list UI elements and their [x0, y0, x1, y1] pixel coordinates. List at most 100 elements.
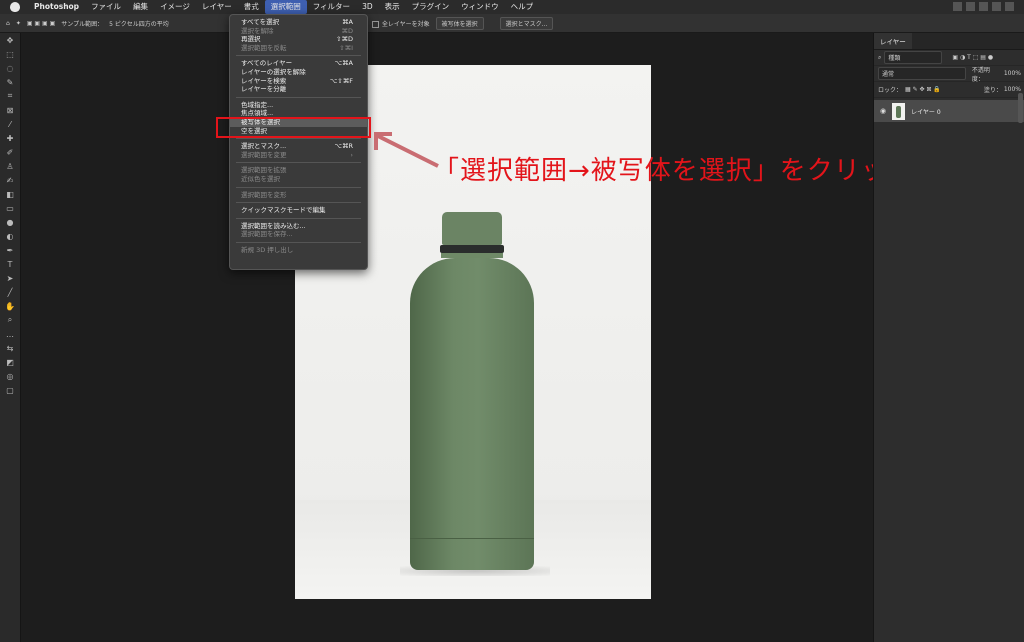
- layer-row[interactable]: ◉ レイヤー 0: [874, 100, 1024, 122]
- menu-item-label: レイヤーを分離: [241, 85, 287, 94]
- sample-size-select[interactable]: 5 ピクセル四方の平均: [109, 19, 169, 28]
- menu-item-load-selection[interactable]: 選択範囲を読み込む...: [230, 222, 367, 231]
- menu-window[interactable]: ウィンドウ: [455, 0, 505, 14]
- status-icon[interactable]: [1005, 2, 1014, 11]
- layers-panel: レイヤー ⌕ 種類 ▣ ◑ T ⬚ ▤ ● 通常 不透明度： 100% ロック：…: [873, 33, 1024, 642]
- menu-item-shortcut: ⌥⌘R: [334, 142, 353, 151]
- lock-label: ロック：: [878, 87, 903, 94]
- magic-wand-icon[interactable]: ✦: [16, 20, 21, 27]
- lasso-tool-icon[interactable]: ◌: [0, 61, 20, 75]
- type-tool-icon[interactable]: T: [0, 257, 20, 271]
- select-subject-button[interactable]: 被写体を選択: [435, 16, 484, 30]
- menu-item-deselect-layers[interactable]: レイヤーの選択を解除: [230, 68, 367, 77]
- blur-tool-icon[interactable]: ●: [0, 215, 20, 229]
- hand-tool-icon[interactable]: ✋: [0, 299, 20, 313]
- menu-3d[interactable]: 3D: [356, 0, 379, 14]
- menu-bar: Photoshop ファイル 編集 イメージ レイヤー 書式 選択範囲 フィルタ…: [0, 0, 1024, 14]
- menu-item-similar: 近似色を選択: [230, 175, 367, 184]
- annotation-highlight-box: [216, 117, 371, 138]
- line-tool-icon[interactable]: ╱: [0, 285, 20, 299]
- menu-separator: [236, 138, 361, 140]
- home-icon[interactable]: ⌂: [6, 20, 10, 27]
- menu-item-modify: 選択範囲を変更 ›: [230, 151, 367, 160]
- menu-item-grow: 選択範囲を拡張: [230, 166, 367, 175]
- menu-help[interactable]: ヘルプ: [505, 0, 540, 14]
- menu-image[interactable]: イメージ: [154, 0, 196, 14]
- menu-item-reselect[interactable]: 再選択 ⇧⌘D: [230, 35, 367, 44]
- menu-item-find-layers[interactable]: レイヤーを検索 ⌥⇧⌘F: [230, 77, 367, 86]
- menu-separator: [236, 96, 361, 98]
- status-icon[interactable]: [992, 2, 1001, 11]
- menu-item-isolate-layers[interactable]: レイヤーを分離: [230, 85, 367, 94]
- menu-item-select-all[interactable]: すべてを選択 ⌘A: [230, 18, 367, 27]
- color-swatch-icon[interactable]: ◩: [0, 355, 20, 369]
- menu-select[interactable]: 選択範囲: [264, 0, 307, 14]
- history-brush-tool-icon[interactable]: ✍: [0, 173, 20, 187]
- menu-app-name[interactable]: Photoshop: [28, 0, 85, 14]
- opacity-input[interactable]: 100%: [1004, 70, 1021, 77]
- apple-icon[interactable]: [10, 2, 20, 12]
- menu-item-label: 選択範囲を反転: [241, 43, 287, 52]
- green-bottle-image: [400, 212, 550, 576]
- menu-item-all-layers[interactable]: すべてのレイヤー ⌥⌘A: [230, 59, 367, 68]
- bottle-cap: [442, 212, 502, 245]
- panel-scrollbar[interactable]: [1018, 93, 1023, 123]
- bottle-body: [410, 258, 534, 570]
- gradient-tool-icon[interactable]: ▭: [0, 201, 20, 215]
- screen-mode-icon[interactable]: ▢: [0, 383, 20, 397]
- sample-size-label: サンプル範囲：: [61, 20, 104, 28]
- brush-tool-icon[interactable]: ✐: [0, 145, 20, 159]
- status-icon[interactable]: [966, 2, 975, 11]
- eyedropper-tool-icon[interactable]: ⁄: [0, 117, 20, 131]
- dodge-tool-icon[interactable]: ◐: [0, 229, 20, 243]
- menu-item-label: クイックマスクモードで編集: [241, 206, 326, 215]
- marquee-tool-icon[interactable]: ⬚: [0, 47, 20, 61]
- menu-separator: [236, 241, 361, 243]
- layer-filter-select[interactable]: 種類: [884, 51, 943, 64]
- stamp-tool-icon[interactable]: ♙: [0, 159, 20, 173]
- menu-item-shortcut: ⌘A: [342, 18, 353, 26]
- menu-edit[interactable]: 編集: [127, 0, 154, 14]
- menu-type[interactable]: 書式: [238, 0, 265, 14]
- filter-icons[interactable]: ▣ ◑ T ⬚ ▤ ●: [952, 54, 993, 61]
- submenu-chevron-icon: ›: [350, 150, 353, 159]
- status-icon[interactable]: [953, 2, 962, 11]
- select-and-mask-button[interactable]: 選択とマスク...: [499, 16, 554, 30]
- status-icon[interactable]: [979, 2, 988, 11]
- menu-item-label: すべてのレイヤー: [241, 59, 293, 68]
- all-layers-checkbox[interactable]: [371, 20, 379, 28]
- menu-view[interactable]: 表示: [379, 0, 406, 14]
- menu-separator: [236, 217, 361, 219]
- fill-input[interactable]: 100%: [1004, 86, 1021, 93]
- menu-item-label: すべてを選択: [241, 18, 280, 26]
- menu-file[interactable]: ファイル: [85, 0, 127, 14]
- menu-item-shortcut: ⌥⇧⌘F: [329, 76, 353, 85]
- lock-icons[interactable]: ▦ ✎ ✥ ⊠ 🔒: [905, 86, 941, 93]
- crop-tool-icon[interactable]: ⌗: [0, 89, 20, 103]
- menu-plugins[interactable]: プラグイン: [406, 0, 456, 14]
- menu-item-save-selection: 選択範囲を保存...: [230, 230, 367, 239]
- pen-tool-icon[interactable]: ✒: [0, 243, 20, 257]
- menu-item-label: 近似色を選択: [241, 174, 280, 183]
- selection-mode-icons[interactable]: ▣ ▣ ▣ ▣: [27, 20, 55, 27]
- eraser-tool-icon[interactable]: ◧: [0, 187, 20, 201]
- menu-layer[interactable]: レイヤー: [196, 0, 238, 14]
- move-tool-icon[interactable]: ✥: [0, 33, 20, 47]
- tab-layers[interactable]: レイヤー: [874, 33, 912, 49]
- menu-separator: [236, 186, 361, 188]
- menu-filter[interactable]: フィルター: [307, 0, 356, 14]
- status-icons: [953, 2, 1014, 11]
- blend-mode-select[interactable]: 通常: [878, 67, 966, 80]
- quick-mask-icon[interactable]: ◎: [0, 369, 20, 383]
- eye-icon[interactable]: ◉: [880, 107, 886, 115]
- swap-colors-icon[interactable]: ⇆: [0, 341, 20, 355]
- zoom-tool-icon[interactable]: ⌕: [0, 313, 20, 327]
- healing-tool-icon[interactable]: ✚: [0, 131, 20, 145]
- quick-select-tool-icon[interactable]: ✎: [0, 75, 20, 89]
- frame-tool-icon[interactable]: ⊠: [0, 103, 20, 117]
- menu-item-quick-mask[interactable]: クイックマスクモードで編集: [230, 206, 367, 215]
- menu-item-select-and-mask[interactable]: 選択とマスク... ⌥⌘R: [230, 142, 367, 151]
- more-tools-icon[interactable]: …: [0, 327, 20, 341]
- all-layers-label: 全レイヤーを対象: [381, 20, 430, 28]
- path-select-tool-icon[interactable]: ➤: [0, 271, 20, 285]
